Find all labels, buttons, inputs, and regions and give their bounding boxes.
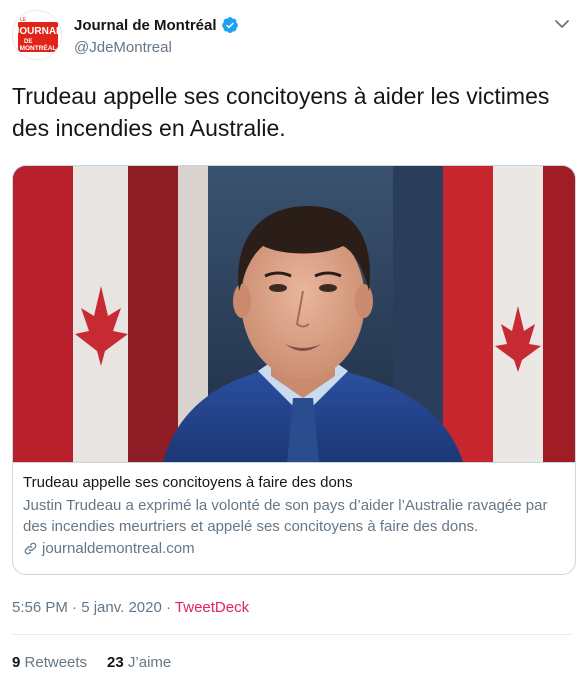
likes-stat[interactable]: 23 J’aime <box>107 654 171 671</box>
likes-label: J’aime <box>127 654 172 671</box>
tweet-date[interactable]: 5 janv. 2020 <box>81 599 162 616</box>
divider <box>12 634 572 635</box>
logo-line3: MONTRÉAL <box>20 43 57 52</box>
tweet-stats: 9 Retweets 23 J’aime <box>12 654 191 671</box>
logo-small-text: LE <box>20 17 27 23</box>
retweets-stat[interactable]: 9 Retweets <box>12 654 87 671</box>
link-icon <box>23 541 38 556</box>
likes-count: 23 <box>107 654 124 671</box>
card-image[interactable] <box>13 166 575 462</box>
avatar[interactable]: LE JOURNAL DE MONTRÉAL <box>12 10 62 60</box>
user-handle[interactable]: @JdeMontreal <box>74 39 172 56</box>
card-domain: journaldemontreal.com <box>23 540 567 557</box>
tweet-time[interactable]: 5:56 PM <box>12 599 68 616</box>
card-title: Trudeau appelle ses concitoyens à faire … <box>23 474 353 491</box>
journal-logo-icon: LE JOURNAL DE MONTRÉAL <box>13 11 62 59</box>
tweet-header: LE JOURNAL DE MONTRÉAL Journal de Montré… <box>12 10 572 62</box>
logo-line1: JOURNAL <box>14 26 62 37</box>
tweet-meta: 5:56 PM · 5 janv. 2020 · TweetDeck <box>12 599 249 616</box>
meta-separator: · <box>161 599 175 616</box>
card-body: Trudeau appelle ses concitoyens à faire … <box>13 462 575 574</box>
chevron-down-icon[interactable] <box>552 14 572 34</box>
link-card[interactable]: Trudeau appelle ses concitoyens à faire … <box>12 165 576 575</box>
tweet-source-link[interactable]: TweetDeck <box>175 599 249 616</box>
card-photo <box>13 166 575 462</box>
card-description: Justin Trudeau a exprimé la volonté de s… <box>23 497 548 535</box>
retweets-count: 9 <box>12 654 21 671</box>
card-domain-text: journaldemontreal.com <box>42 540 195 557</box>
meta-separator: · <box>67 599 82 616</box>
retweets-label: Retweets <box>24 654 88 671</box>
verified-badge-icon <box>221 16 239 34</box>
tweet-text: Trudeau appelle ses concitoyens à aider … <box>12 83 550 141</box>
display-name[interactable]: Journal de Montréal <box>74 17 217 34</box>
name-row: Journal de Montréal <box>74 16 239 34</box>
tweet: LE JOURNAL DE MONTRÉAL Journal de Montré… <box>0 0 584 681</box>
